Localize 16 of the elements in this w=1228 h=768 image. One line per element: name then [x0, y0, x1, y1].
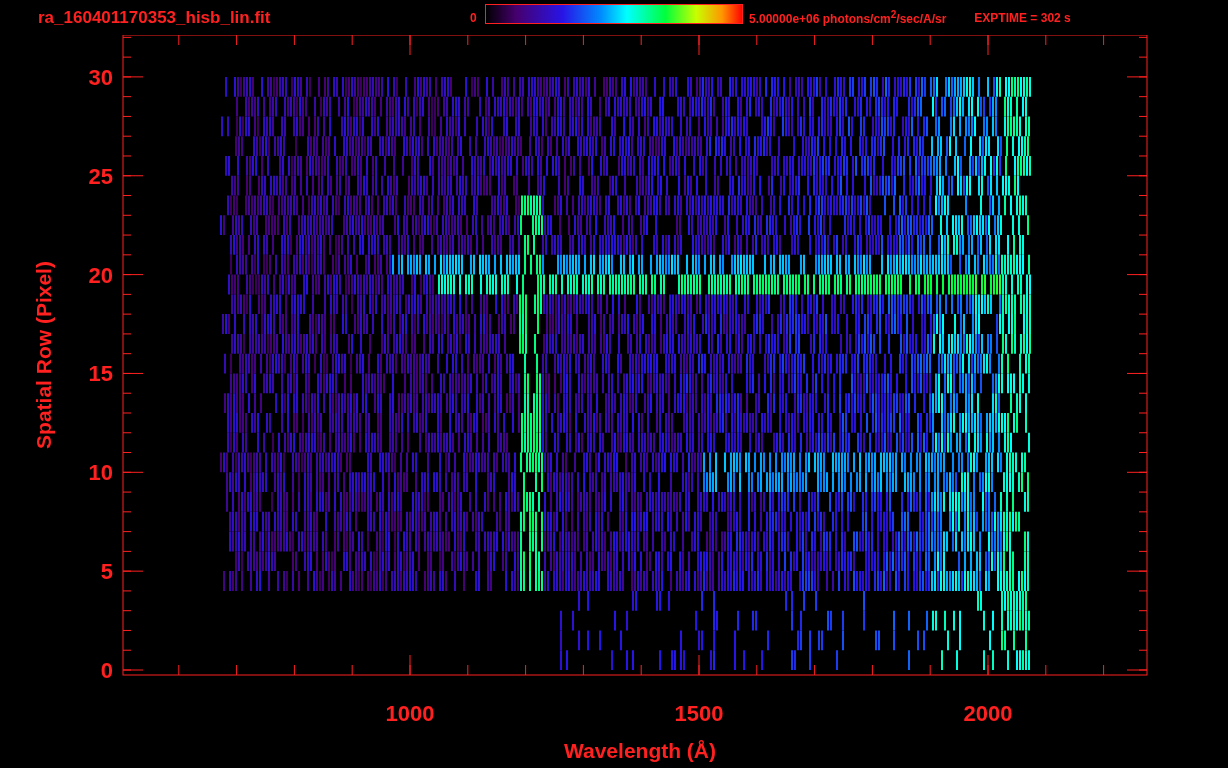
x-axis-title: Wavelength (Å): [563, 739, 717, 762]
x-tick-label: 1000: [385, 701, 435, 726]
x-tick-label: 2000: [963, 701, 1013, 726]
y-tick-label: 15: [88, 361, 113, 387]
colorbar-min-label: 0: [470, 10, 478, 25]
colorbar-max-label: 5.00000e+06 photons/cm$^{2}$/sec/A/sr: [749, 9, 947, 26]
y-tick-label: 5: [100, 559, 113, 585]
x-tick-label: 1500: [674, 701, 724, 726]
y-axis-title: Spatial Row (Pixel): [32, 261, 55, 449]
file-title: ra_160401170353_hisb_lin.fit: [38, 7, 272, 28]
y-tick-label: 25: [88, 163, 113, 189]
y-tick-label: 20: [88, 262, 113, 288]
y-tick-label: 0: [100, 658, 113, 683]
y-tick-label: 30: [88, 64, 113, 90]
y-tick-label: 10: [88, 460, 113, 486]
exposure-time: EXPTIME = 302 s: [974, 10, 1071, 25]
